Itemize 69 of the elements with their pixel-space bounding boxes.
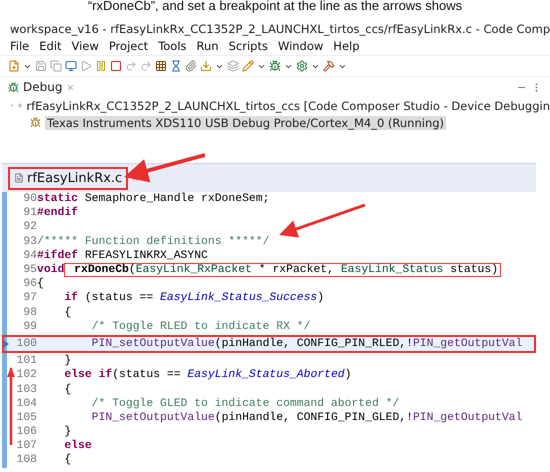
line-number: 93 <box>22 236 37 248</box>
code-line: /* Toggle RLED to indicate RX */ <box>90 320 310 333</box>
close-icon[interactable] <box>66 82 76 92</box>
line-number: 96 <box>22 278 37 290</box>
code-line: /* Toggle GLED to indicate command aborted */ <box>90 398 400 410</box>
tree-item[interactable]: rfEasyLinkRx_CC1352P_2_LAUNCHXL_tirtos_ccs [Code Composer Studio - Device Debuggin <box>26 98 550 112</box>
code-line: #ifdef RFEASYLINKRX_ASYNC <box>37 250 208 262</box>
bug-icon <box>30 117 41 128</box>
line-number: 92 <box>22 221 37 234</box>
caption-text: “rxDoneCb”, and set a breakpoint at the line as the arrows shows <box>86 0 464 15</box>
code-line: { <box>63 384 72 396</box>
window-title: workspace_v16 - rfEasyLinkRx_CC1352P_2_LAUNCHXL_tirtos_ccs/rfEasyLinkRx.c - Code Comp <box>10 22 550 36</box>
code-line: PIN_setOutputValue(pinHandle, CONFIG_PIN_GLED,!PIN_getOutputVal <box>90 412 522 424</box>
code-line: if (status == EasyLink_Status_Success) <box>63 292 324 304</box>
code-line: } <box>63 355 72 368</box>
paperclip-icon[interactable] <box>185 60 197 72</box>
copy-icon[interactable] <box>50 60 62 72</box>
line-number: 106 <box>15 426 37 438</box>
hourglass-icon[interactable] <box>170 60 182 72</box>
code-line: PIN_setOutputValue(pinHandle, CONFIG_PIN_RLED,!PIN_getOutputVal <box>90 338 522 350</box>
line-number: 98 <box>22 306 37 319</box>
line-number: 102 <box>15 369 37 382</box>
line-number: 104 <box>15 398 37 410</box>
line-number: 100 <box>15 338 37 350</box>
menu-item[interactable]: Edit <box>39 39 62 53</box>
line-number: 107 <box>15 440 37 452</box>
monitor-icon[interactable] <box>65 60 77 72</box>
menu-item[interactable]: Help <box>333 39 360 53</box>
hammer-icon[interactable] <box>323 60 335 72</box>
play-icon[interactable] <box>80 60 92 72</box>
line-number: 101 <box>15 355 37 368</box>
bug-icon <box>8 82 19 92</box>
code-line: static Semaphore_Handle rxDoneSem; <box>37 193 270 206</box>
code-line: { <box>63 454 72 466</box>
stop-icon[interactable] <box>110 60 122 72</box>
menu-item[interactable]: View <box>72 39 99 53</box>
menu-item[interactable]: Run <box>196 39 219 53</box>
line-number: 91 <box>22 207 37 220</box>
grid-icon[interactable] <box>155 60 167 72</box>
line-number: 90 <box>22 193 37 206</box>
menu-item[interactable]: Tools <box>158 39 187 53</box>
menu-item[interactable]: Window <box>278 39 324 53</box>
line-number: 94 <box>22 250 37 262</box>
line-number: 97 <box>22 292 37 304</box>
menu-item[interactable]: File <box>10 39 30 53</box>
menu-item[interactable]: Project <box>108 39 148 53</box>
line-number: 105 <box>15 412 37 424</box>
code-line: #endif <box>37 207 78 220</box>
line-number: 108 <box>15 454 37 466</box>
code-line: { <box>63 306 72 319</box>
code-line: /***** Function definitions *****/ <box>37 236 270 248</box>
breakpoint-icon[interactable] <box>3 340 9 348</box>
bug-icon[interactable] <box>269 60 281 72</box>
menu-item[interactable]: Scripts <box>228 39 268 53</box>
editor-tab[interactable]: rfEasyLinkRx.c <box>27 170 122 186</box>
debug-tab[interactable]: Debug <box>23 80 62 94</box>
pause-icon[interactable] <box>95 60 107 72</box>
line-number: 95 <box>22 264 37 276</box>
code-line: else if(status == EasyLink_Status_Aborted) <box>63 369 352 382</box>
gear-icon[interactable] <box>296 60 308 72</box>
code-line: { <box>37 278 44 290</box>
line-number: 103 <box>15 384 37 396</box>
code-line: else <box>63 440 92 452</box>
code-line: void <box>37 264 64 276</box>
tree-item[interactable]: Texas Instruments XDS110 USB Debug Probe/Cortex_M4_0 (Running) <box>45 116 446 130</box>
file-icon <box>14 173 24 183</box>
code-line: } <box>63 426 72 438</box>
code-line: rxDoneCb(EasyLink_RxPacket * rxPacket, EasyLink_Status status) <box>73 264 498 276</box>
line-number: 99 <box>22 320 37 333</box>
